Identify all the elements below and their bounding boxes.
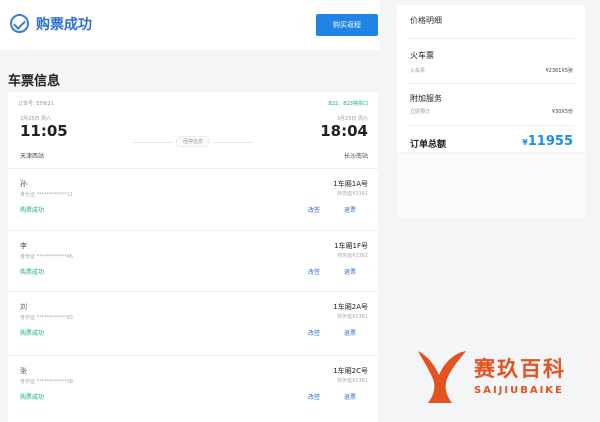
seat-price: 商务座¥2361 <box>337 191 368 197</box>
buy-return-ticket-button[interactable]: 购买返程 <box>316 14 378 36</box>
passenger-name: 李 <box>20 242 27 250</box>
passenger-row: 李 身份证 ************46 购票成功 1车厢1F号 商务座¥236… <box>8 230 378 286</box>
order-total-label: 订单总额 <box>410 140 447 150</box>
seat-number: 1车厢2A号 <box>333 303 368 311</box>
check-circle-icon <box>10 14 29 33</box>
refund-ticket-link[interactable]: 退票 <box>344 392 356 401</box>
train-ticket-label: 火车票 <box>410 68 426 74</box>
arrival-time: 18:04 <box>320 122 368 140</box>
watermark-text-cn: 赛玖百科 <box>474 357 566 381</box>
ticket-info-heading: 车票信息 <box>8 74 61 89</box>
arrival-station: 长沙南站 <box>343 153 368 160</box>
page-title: 购票成功 <box>36 17 92 33</box>
ticket-status: 购票成功 <box>20 207 45 214</box>
departure-station: 天津西站 <box>20 153 45 160</box>
ticket-card: 订单号: E5W21 B22、B23特票口 3月25日 周六 11:05 天津西… <box>8 92 378 422</box>
refund-ticket-link[interactable]: 退票 <box>344 328 356 337</box>
change-ticket-link[interactable]: 改签 <box>308 267 320 276</box>
train-ticket-price: ¥2361X5张 <box>545 68 573 74</box>
passenger-id: 身份证 ************11 <box>20 192 73 198</box>
seat-price: 商务座¥2361 <box>337 253 368 259</box>
divider <box>407 38 575 39</box>
passenger-id: 身份证 ************93 <box>20 315 73 321</box>
order-number: 订单号: E5W21 <box>18 101 54 107</box>
passenger-id: 身份证 ************46 <box>20 254 73 260</box>
arrival-date: 3月25日 周六 <box>336 116 368 122</box>
order-main: 购票成功 购买返程 车票信息 订单号: E5W21 B22、B23特票口 3月2… <box>0 0 386 422</box>
passenger-row: 刘 身份证 ************93 购票成功 1车厢2A号 商务座¥236… <box>8 291 378 347</box>
passenger-name: 孙 <box>20 180 27 188</box>
seat-price: 商务座¥2361 <box>337 378 368 384</box>
ticket-status: 购票成功 <box>20 330 45 337</box>
price-detail-title: 价格明细 <box>410 16 442 25</box>
order-total-value: 11955 <box>527 134 573 149</box>
passenger-name: 刘 <box>20 303 27 311</box>
ticket-status: 购票成功 <box>20 394 45 401</box>
passenger-id: 身份证 ************38 <box>20 379 73 385</box>
seat-price: 商务座¥2361 <box>337 314 368 320</box>
divider <box>407 83 575 84</box>
price-detail-panel: 价格明细 火车票 火车票 ¥2361X5张 附加服务 立即预订 ¥30X5份 订… <box>397 5 585 152</box>
seat-number: 1车厢1A号 <box>333 180 368 188</box>
extra-service-label: 立即预订 <box>410 109 431 115</box>
refund-ticket-link[interactable]: 退票 <box>344 205 356 214</box>
watermark-logo: 赛玖百科 SAIJIUBAIKE <box>410 343 600 409</box>
departure-time: 11:05 <box>20 122 68 140</box>
extra-service-price: ¥30X5份 <box>551 109 573 115</box>
ticket-status: 购票成功 <box>20 269 45 276</box>
train-ticket-heading: 火车票 <box>410 51 434 60</box>
order-total-amount: ¥11955 <box>522 134 573 149</box>
whale-tail-icon <box>418 351 466 403</box>
refund-ticket-link[interactable]: 退票 <box>344 267 356 276</box>
passenger-row: 张 身份证 ************38 购票成功 1车厢2C号 商务座¥236… <box>8 355 378 411</box>
extra-service-heading: 附加服务 <box>410 94 442 103</box>
departure-date: 3月25日 周六 <box>20 116 52 122</box>
change-ticket-link[interactable]: 改签 <box>308 205 320 214</box>
success-banner: 购票成功 购买返程 <box>0 0 380 50</box>
watermark-text-en: SAIJIUBAIKE <box>474 385 564 396</box>
stop-info-link[interactable]: 经停信息 <box>132 136 254 147</box>
passenger-row: 孙 身份证 ************11 购票成功 1车厢1A号 商务座¥236… <box>8 168 378 224</box>
right-panel-blank <box>397 154 585 218</box>
seat-number: 1车厢2C号 <box>333 367 368 375</box>
boarding-gate: B22、B23特票口 <box>328 101 368 107</box>
change-ticket-link[interactable]: 改签 <box>308 392 320 401</box>
passenger-name: 张 <box>20 367 27 375</box>
seat-number: 1车厢1F号 <box>334 242 368 250</box>
change-ticket-link[interactable]: 改签 <box>308 328 320 337</box>
divider <box>407 125 575 126</box>
